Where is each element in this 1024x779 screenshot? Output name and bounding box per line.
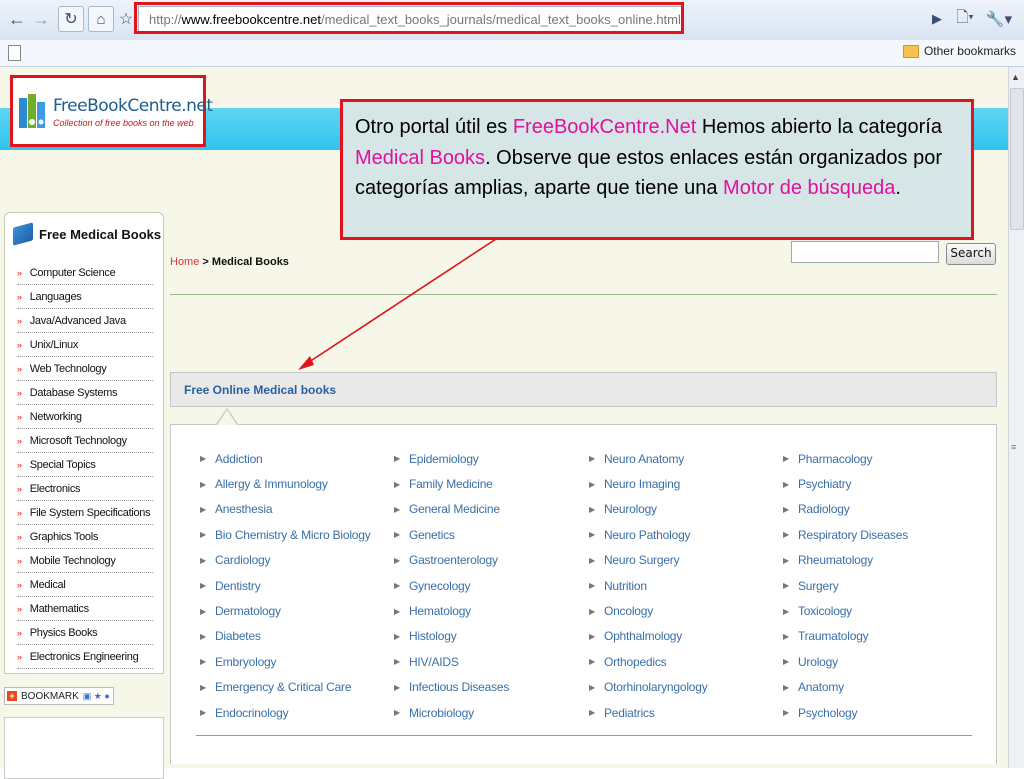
callout-highlight-category: Medical Books	[355, 146, 486, 169]
callout-highlight-site: FreeBookCentre.Net	[512, 116, 697, 138]
callout-text-1: Otro portal útil es	[355, 116, 513, 138]
scroll-grip-icon: ≡	[1011, 442, 1017, 452]
callout-highlight-search: Motor de búsqueda	[723, 177, 896, 199]
scroll-up-icon[interactable]: ▲	[1011, 72, 1020, 82]
scroll-thumb[interactable]	[1010, 88, 1024, 230]
callout-text-4: .	[895, 177, 901, 199]
callout-text-2: Hemos abierto la categoría	[696, 116, 942, 138]
annotation-callout: Otro portal útil es FreeBookCentre.Net H…	[340, 99, 974, 240]
